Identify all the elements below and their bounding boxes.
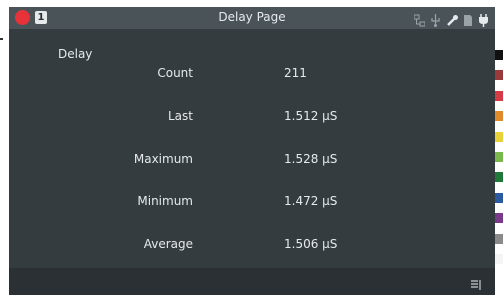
measurement-label: Last xyxy=(168,109,193,123)
measurement-label: Minimum xyxy=(137,194,193,208)
channel-color-swatch[interactable] xyxy=(495,152,503,162)
channel-color-swatch[interactable] xyxy=(495,131,503,142)
measurement-row-average: Average 1.506 µS xyxy=(9,237,495,255)
measurement-row-minimum: Minimum 1.472 µS xyxy=(9,194,495,212)
measurement-panel: Delay Count 211 Last 1.512 µS Maximum 1.… xyxy=(9,29,495,268)
measurement-value: 1.512 µS xyxy=(284,109,338,123)
channel-color-swatch[interactable] xyxy=(495,213,503,224)
measurement-label: Maximum xyxy=(133,152,193,166)
section-label: Delay xyxy=(58,47,93,61)
title-bar: 1 Delay Page xyxy=(9,7,495,29)
channel-color-swatch[interactable] xyxy=(495,254,503,264)
measurement-value: 1.472 µS xyxy=(284,194,338,208)
measurement-label: Average xyxy=(143,237,193,251)
status-icons xyxy=(413,10,489,27)
measurement-label: Count xyxy=(157,66,193,80)
usb-icon xyxy=(430,12,441,27)
channel-color-swatch[interactable] xyxy=(495,111,503,122)
storage-icon xyxy=(462,12,473,26)
edge-mark xyxy=(0,38,3,40)
measurement-row-count: Count 211 xyxy=(9,66,495,84)
channel-color-swatch[interactable] xyxy=(495,90,503,101)
measurement-value: 1.528 µS xyxy=(284,152,338,166)
measurement-row-maximum: Maximum 1.528 µS xyxy=(9,152,495,170)
measurement-value: 1.506 µS xyxy=(284,237,338,251)
channel-color-swatch[interactable] xyxy=(495,192,503,203)
measurement-value: 211 xyxy=(284,66,307,80)
channel-color-swatch[interactable] xyxy=(495,50,503,60)
channel-color-swatch[interactable] xyxy=(495,172,503,183)
footer-bar xyxy=(9,268,495,295)
power-icon xyxy=(478,12,489,27)
probe-icon xyxy=(446,12,458,26)
channel-color-swatch[interactable] xyxy=(495,70,503,81)
network-icon xyxy=(413,12,426,26)
menu-lines-icon[interactable] xyxy=(471,276,481,290)
channel-color-swatch[interactable] xyxy=(495,233,503,244)
measurement-row-last: Last 1.512 µS xyxy=(9,109,495,127)
